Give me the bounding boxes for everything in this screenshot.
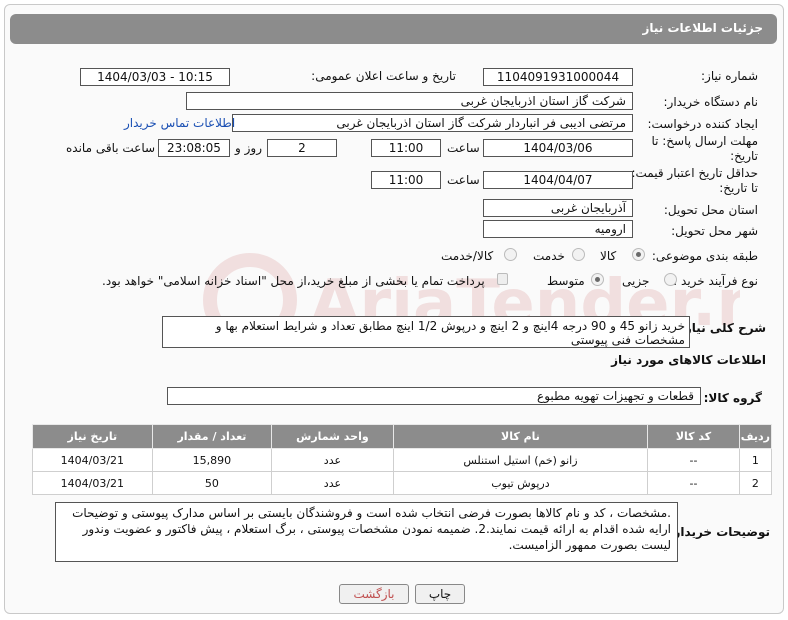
process-medium-radio[interactable] — [591, 273, 604, 286]
deadline-label-line1: مهلت ارسال پاسخ: تا — [651, 134, 758, 148]
process-partial-radio[interactable] — [664, 273, 677, 286]
table-row: 1 -- زانو (خم) استیل استنلس عدد 15,890 1… — [32, 448, 773, 472]
deadline-time-label: ساعت — [447, 141, 480, 155]
goods-group-label: گروه کالا: — [703, 391, 762, 405]
back-button[interactable]: بازگشت — [339, 584, 409, 604]
announce-label: تاریخ و ساعت اعلان عمومی: — [311, 69, 456, 83]
deadline-time-field: 11:00 — [371, 139, 441, 157]
page-title: جزئیات اطلاعات نیاز — [642, 21, 763, 35]
description-label: شرح کلی نیاز: — [680, 321, 766, 335]
category-service-radio[interactable] — [572, 248, 585, 261]
validity-date-field: 1404/04/07 — [483, 171, 633, 189]
cell-name: زانو (خم) استیل استنلس — [392, 448, 649, 472]
category-service-label: خدمت — [533, 249, 565, 263]
announce-field: 1404/03/03 - 10:15 — [80, 68, 230, 86]
col-unit: واحد شمارش — [271, 424, 394, 449]
buyer-org-label: نام دستگاه خریدار: — [663, 95, 759, 109]
col-row: ردیف — [738, 424, 773, 449]
validity-label-line1: حداقل تاریخ اعتبار قیمت: — [631, 166, 758, 180]
cell-date: 1404/03/21 — [32, 448, 153, 472]
province-label: استان محل تحویل: — [663, 203, 758, 217]
cell-date: 1404/03/21 — [32, 471, 153, 495]
cell-name: درپوش تیوب — [392, 471, 649, 495]
goods-group-field: قطعات و تجهیزات تهویه مطبوع — [167, 387, 701, 405]
remaining-label: ساعت باقی مانده — [66, 141, 156, 155]
remaining-time-field: 23:08:05 — [158, 139, 230, 157]
print-button[interactable]: چاپ — [415, 584, 465, 604]
col-date: تاریخ نیاز — [32, 424, 153, 449]
buyer-org-field: شرکت گاز استان اذربایجان غربی — [186, 92, 633, 110]
description-field: خرید زانو 45 و 90 درجه 4اینچ و 2 اینچ و … — [162, 316, 690, 348]
validity-time-label: ساعت — [447, 173, 480, 187]
category-both-label: کالا/خدمت — [441, 249, 494, 263]
col-name: نام کالا — [392, 424, 649, 449]
cell-code: -- — [647, 448, 740, 472]
treasury-checkbox[interactable] — [497, 273, 508, 285]
process-label: نوع فرآیند خرید : — [673, 274, 758, 288]
city-label: شهر محل تحویل: — [671, 224, 758, 238]
need-number-label: شماره نیاز: — [701, 69, 758, 83]
deadline-label-line2: تاریخ: — [730, 149, 758, 163]
goods-table: ردیف کد کالا نام کالا واحد شمارش تعداد /… — [32, 424, 773, 495]
table-row: 2 -- درپوش تیوب عدد 50 1404/03/21 — [32, 471, 773, 495]
col-code: کد کالا — [647, 424, 740, 449]
cell-unit: عدد — [271, 471, 394, 495]
buyer-notes-field: .مشخصات ، کد و نام کالاها بصورت فرضی انت… — [55, 502, 678, 562]
cell-row: 2 — [738, 471, 773, 495]
validity-time-field: 11:00 — [371, 171, 441, 189]
deadline-date-field: 1404/03/06 — [483, 139, 633, 157]
payment-note: پرداخت تمام یا بخشی از مبلغ خرید،از محل … — [102, 274, 485, 288]
process-partial-label: جزیی — [622, 274, 650, 288]
days-field: 2 — [267, 139, 337, 157]
cell-row: 1 — [738, 448, 773, 472]
requester-field: مرتضی ادیبی فر انباردار شرکت گاز استان ا… — [232, 114, 633, 132]
requester-label: ایجاد کننده درخواست: — [647, 117, 758, 131]
city-field: ارومیه — [483, 220, 633, 238]
days-label: روز و — [235, 141, 262, 155]
category-goods-label: کالا — [600, 249, 617, 263]
buyer-notes-label: توضیحات خریدار: — [668, 525, 770, 539]
process-medium-label: متوسط — [547, 274, 585, 288]
category-goods-radio[interactable] — [632, 248, 645, 261]
province-field: آذربایجان غربی — [483, 199, 633, 217]
need-number-field: 1104091931000044 — [483, 68, 633, 86]
buyer-contact-link[interactable]: اطلاعات تماس خریدار — [124, 116, 235, 130]
cell-unit: عدد — [271, 448, 394, 472]
col-qty: تعداد / مقدار — [151, 424, 273, 449]
validity-label-line2: تا تاریخ: — [719, 181, 758, 195]
cell-qty: 50 — [151, 471, 273, 495]
category-both-radio[interactable] — [504, 248, 517, 261]
cell-qty: 15,890 — [151, 448, 273, 472]
cell-code: -- — [647, 471, 740, 495]
category-label: طبقه بندی موضوعی: — [651, 249, 758, 263]
goods-info-title: اطلاعات کالاهای مورد نیاز — [611, 353, 766, 367]
page-header: جزئیات اطلاعات نیاز — [10, 14, 777, 44]
table-header-row: ردیف کد کالا نام کالا واحد شمارش تعداد /… — [32, 424, 773, 449]
